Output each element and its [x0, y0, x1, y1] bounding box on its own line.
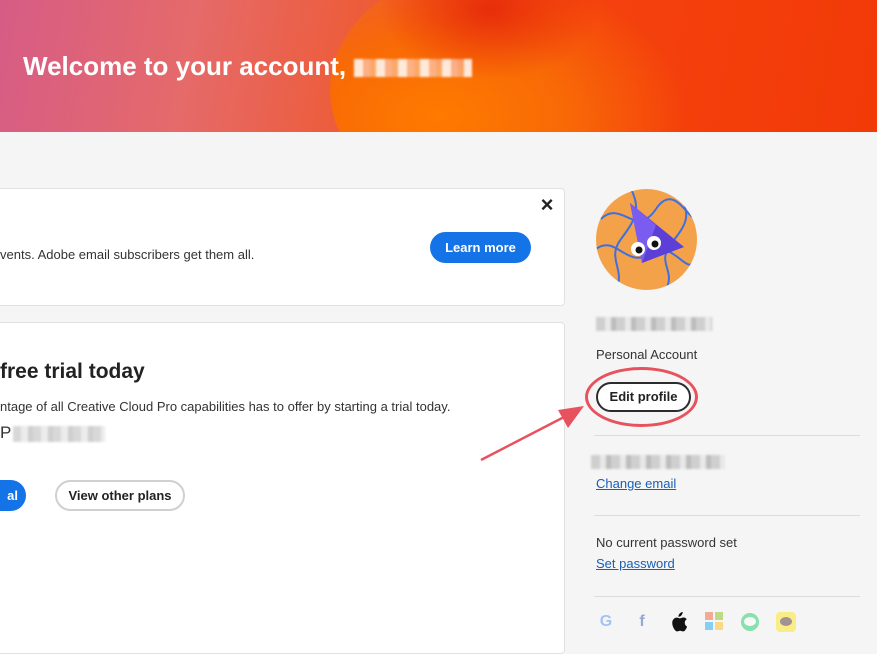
- microsoft-icon[interactable]: [704, 612, 724, 632]
- section-divider: [594, 596, 860, 597]
- avatar[interactable]: [596, 189, 697, 290]
- account-type: Personal Account: [596, 347, 698, 362]
- password-status: No current password set: [596, 535, 737, 550]
- trial-title: free trial today: [0, 360, 145, 383]
- annotation-arrow: [480, 406, 584, 462]
- redacted-email: [591, 455, 725, 469]
- redacted-display-name: [596, 317, 712, 331]
- trial-price: P: [0, 423, 106, 443]
- redacted-username: [354, 59, 473, 78]
- change-email-link[interactable]: Change email: [596, 476, 676, 491]
- kakao-icon[interactable]: [776, 612, 796, 632]
- welcome-text: Welcome to your account,: [23, 51, 347, 81]
- avatar-illustration-icon: [596, 189, 697, 290]
- google-icon[interactable]: G: [596, 612, 616, 632]
- annotation-highlight-ring: [585, 367, 698, 427]
- promo-text: vents. Adobe email subscribers get them …: [0, 247, 255, 262]
- redacted-price: [13, 425, 106, 442]
- welcome-heading: Welcome to your account,: [23, 51, 473, 82]
- price-prefix: P: [0, 423, 12, 442]
- facebook-icon[interactable]: f: [632, 612, 652, 632]
- welcome-banner: Welcome to your account,: [0, 0, 877, 132]
- set-password-link[interactable]: Set password: [596, 556, 675, 571]
- line-icon[interactable]: [740, 612, 760, 632]
- apple-icon[interactable]: [668, 612, 688, 632]
- trial-description: ntage of all Creative Cloud Pro capabili…: [0, 399, 451, 414]
- close-icon[interactable]: ×: [538, 194, 556, 216]
- section-divider: [594, 435, 860, 436]
- section-divider: [594, 515, 860, 516]
- learn-more-button[interactable]: Learn more: [430, 232, 531, 263]
- view-other-plans-button[interactable]: View other plans: [55, 480, 185, 511]
